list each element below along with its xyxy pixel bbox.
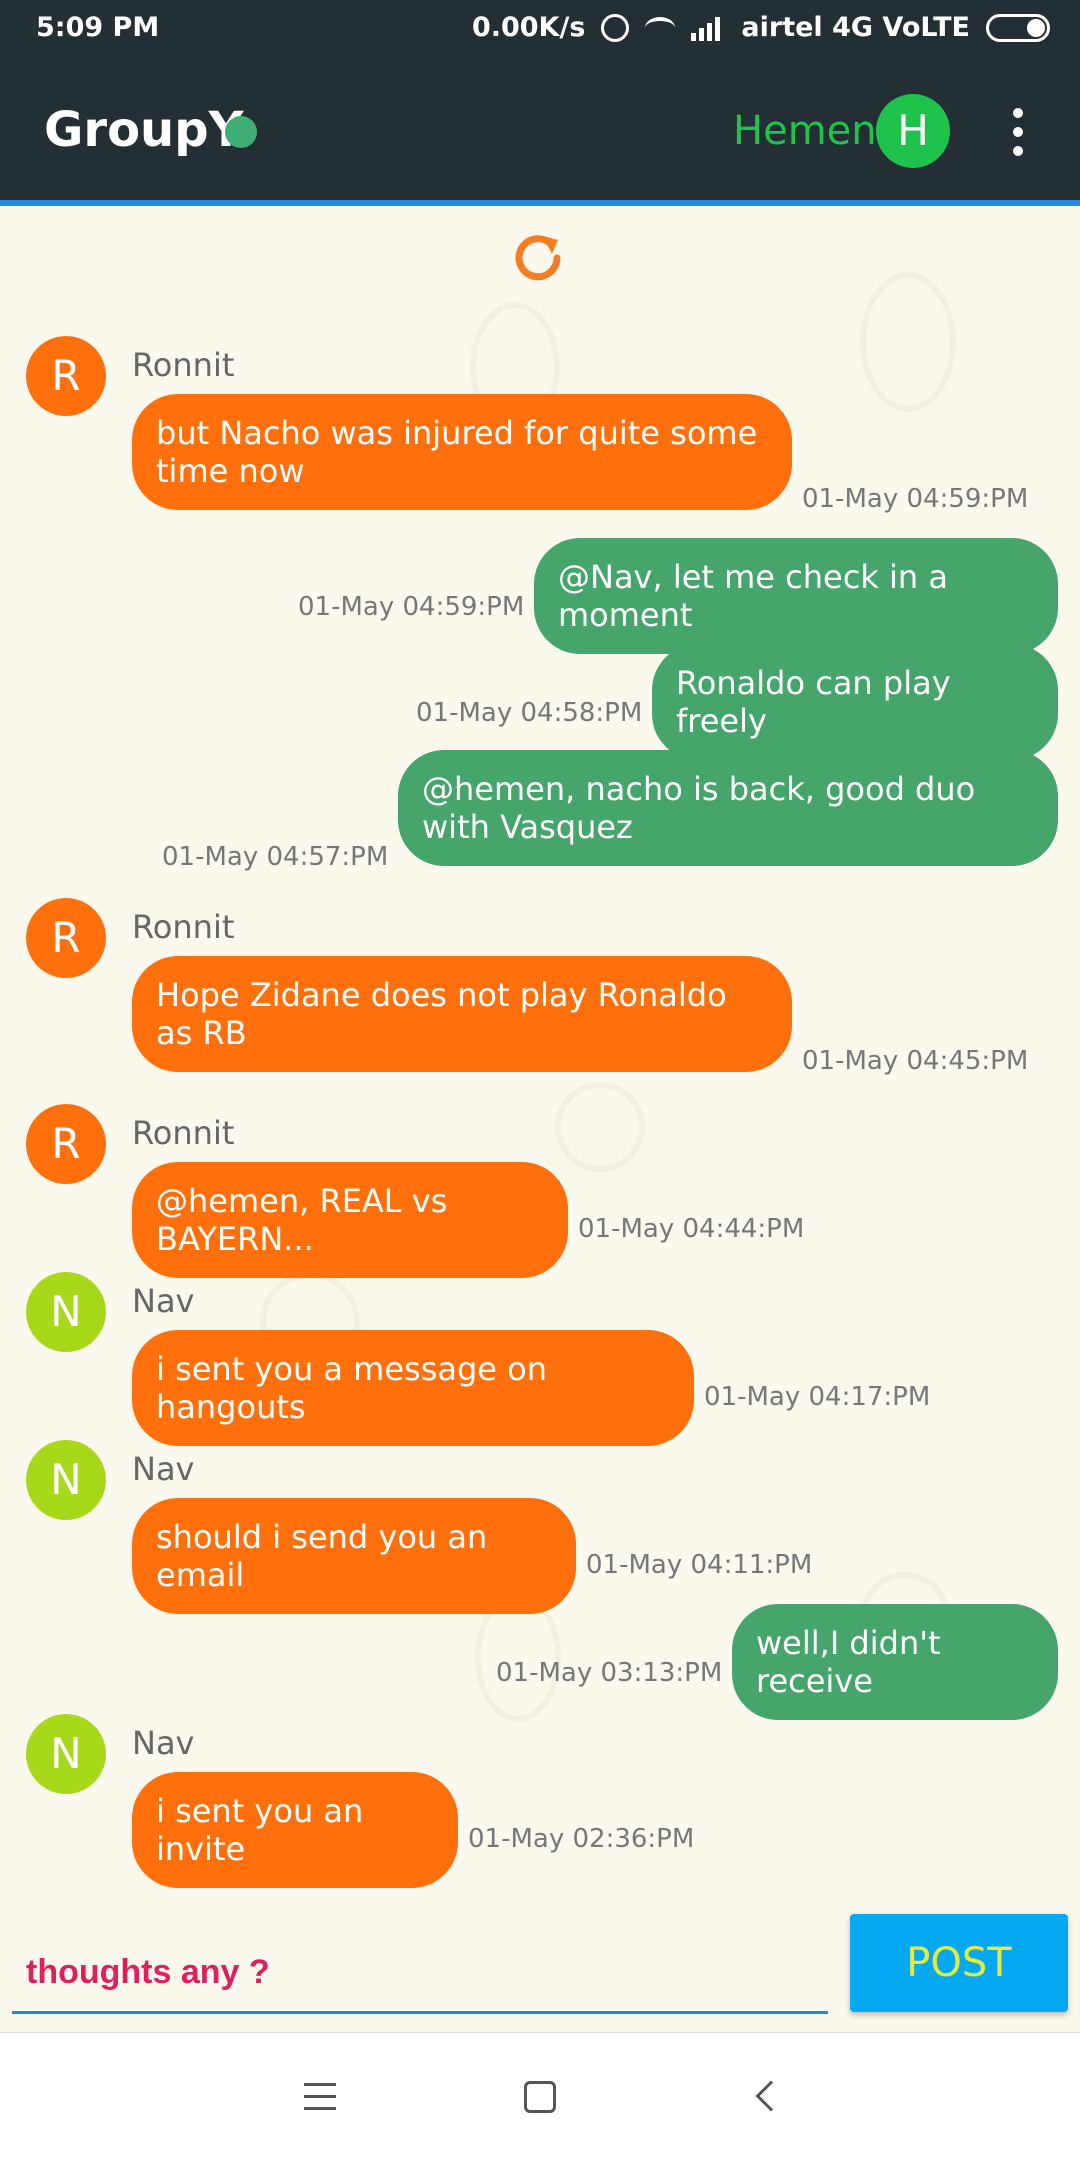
wifi-icon <box>645 16 676 39</box>
outgoing-message-bubble[interactable]: Ronaldo can play freely <box>652 644 1058 760</box>
status-bar: 5:09 PM 0.00K/s airtel 4G VoLTE <box>0 0 1080 56</box>
incoming-message-bubble[interactable]: i sent you an invite <box>132 1772 458 1888</box>
battery-icon <box>986 13 1050 42</box>
outgoing-message-bubble[interactable]: @Nav, let me check in a moment <box>534 538 1058 654</box>
current-user-name[interactable]: Hemen <box>733 108 877 154</box>
system-nav-bar <box>0 2032 1080 2160</box>
incoming-message-bubble[interactable]: Hope Zidane does not play Ronaldo as RB <box>132 956 792 1072</box>
sender-avatar[interactable]: N <box>26 1272 106 1352</box>
message-timestamp: 01-May 04:57:PM <box>162 842 389 872</box>
sender-avatar[interactable]: N <box>26 1714 106 1794</box>
overflow-menu-icon[interactable] <box>1010 108 1026 156</box>
refresh-icon[interactable] <box>510 230 570 290</box>
signal-icon <box>691 15 725 41</box>
sender-name: Nav <box>132 1724 195 1762</box>
home-icon[interactable] <box>524 2081 556 2113</box>
carrier-label: airtel 4G VoLTE <box>741 12 970 43</box>
incoming-message-bubble[interactable]: @hemen, REAL vs BAYERN... <box>132 1162 568 1278</box>
outgoing-message-bubble[interactable]: @hemen, nacho is back, good duo with Vas… <box>398 750 1058 866</box>
message-timestamp: 01-May 02:36:PM <box>468 1824 695 1854</box>
sender-avatar[interactable]: R <box>26 1104 106 1184</box>
sender-avatar[interactable]: R <box>26 336 106 416</box>
incoming-message-bubble[interactable]: but Nacho was injured for quite some tim… <box>132 394 792 510</box>
sender-name: Ronnit <box>132 908 235 946</box>
chat-area[interactable]: R Ronnit but Nacho was injured for quite… <box>0 212 1080 1912</box>
incoming-message-bubble[interactable]: should i send you an email <box>132 1498 576 1614</box>
sender-name: Ronnit <box>132 1114 235 1152</box>
status-right: 0.00K/s airtel 4G VoLTE <box>472 12 1050 43</box>
online-status-icon <box>225 116 257 148</box>
recent-apps-icon[interactable] <box>302 2077 342 2117</box>
composer: POST <box>0 1912 1080 2032</box>
post-button[interactable]: POST <box>850 1914 1068 2012</box>
background-doodle <box>860 272 956 412</box>
sender-avatar[interactable]: N <box>26 1440 106 1520</box>
incoming-message-bubble[interactable]: i sent you a message on hangouts <box>132 1330 694 1446</box>
message-timestamp: 01-May 04:45:PM <box>802 1046 1029 1076</box>
message-timestamp: 01-May 04:59:PM <box>802 484 1029 514</box>
sender-name: Nav <box>132 1282 195 1320</box>
message-timestamp: 01-May 04:11:PM <box>586 1550 813 1580</box>
app-bar: GroupY Hemen H <box>0 56 1080 206</box>
network-speed: 0.00K/s <box>471 12 586 43</box>
message-timestamp: 01-May 03:13:PM <box>496 1658 723 1688</box>
sender-avatar[interactable]: R <box>26 898 106 978</box>
message-timestamp: 01-May 04:59:PM <box>298 592 525 622</box>
background-doodle <box>555 1082 645 1172</box>
sender-name: Ronnit <box>132 346 235 384</box>
alarm-icon <box>601 13 630 42</box>
back-icon[interactable] <box>755 2080 787 2112</box>
message-timestamp: 01-May 04:58:PM <box>416 698 643 728</box>
app-title: GroupY <box>44 102 244 158</box>
message-input[interactable] <box>12 1934 828 2014</box>
message-timestamp: 01-May 04:44:PM <box>578 1214 805 1244</box>
outgoing-message-bubble[interactable]: well,I didn't receive <box>732 1604 1058 1720</box>
message-timestamp: 01-May 04:17:PM <box>704 1382 931 1412</box>
current-user-avatar[interactable]: H <box>876 94 950 168</box>
sender-name: Nav <box>132 1450 195 1488</box>
status-time: 5:09 PM <box>36 12 160 43</box>
